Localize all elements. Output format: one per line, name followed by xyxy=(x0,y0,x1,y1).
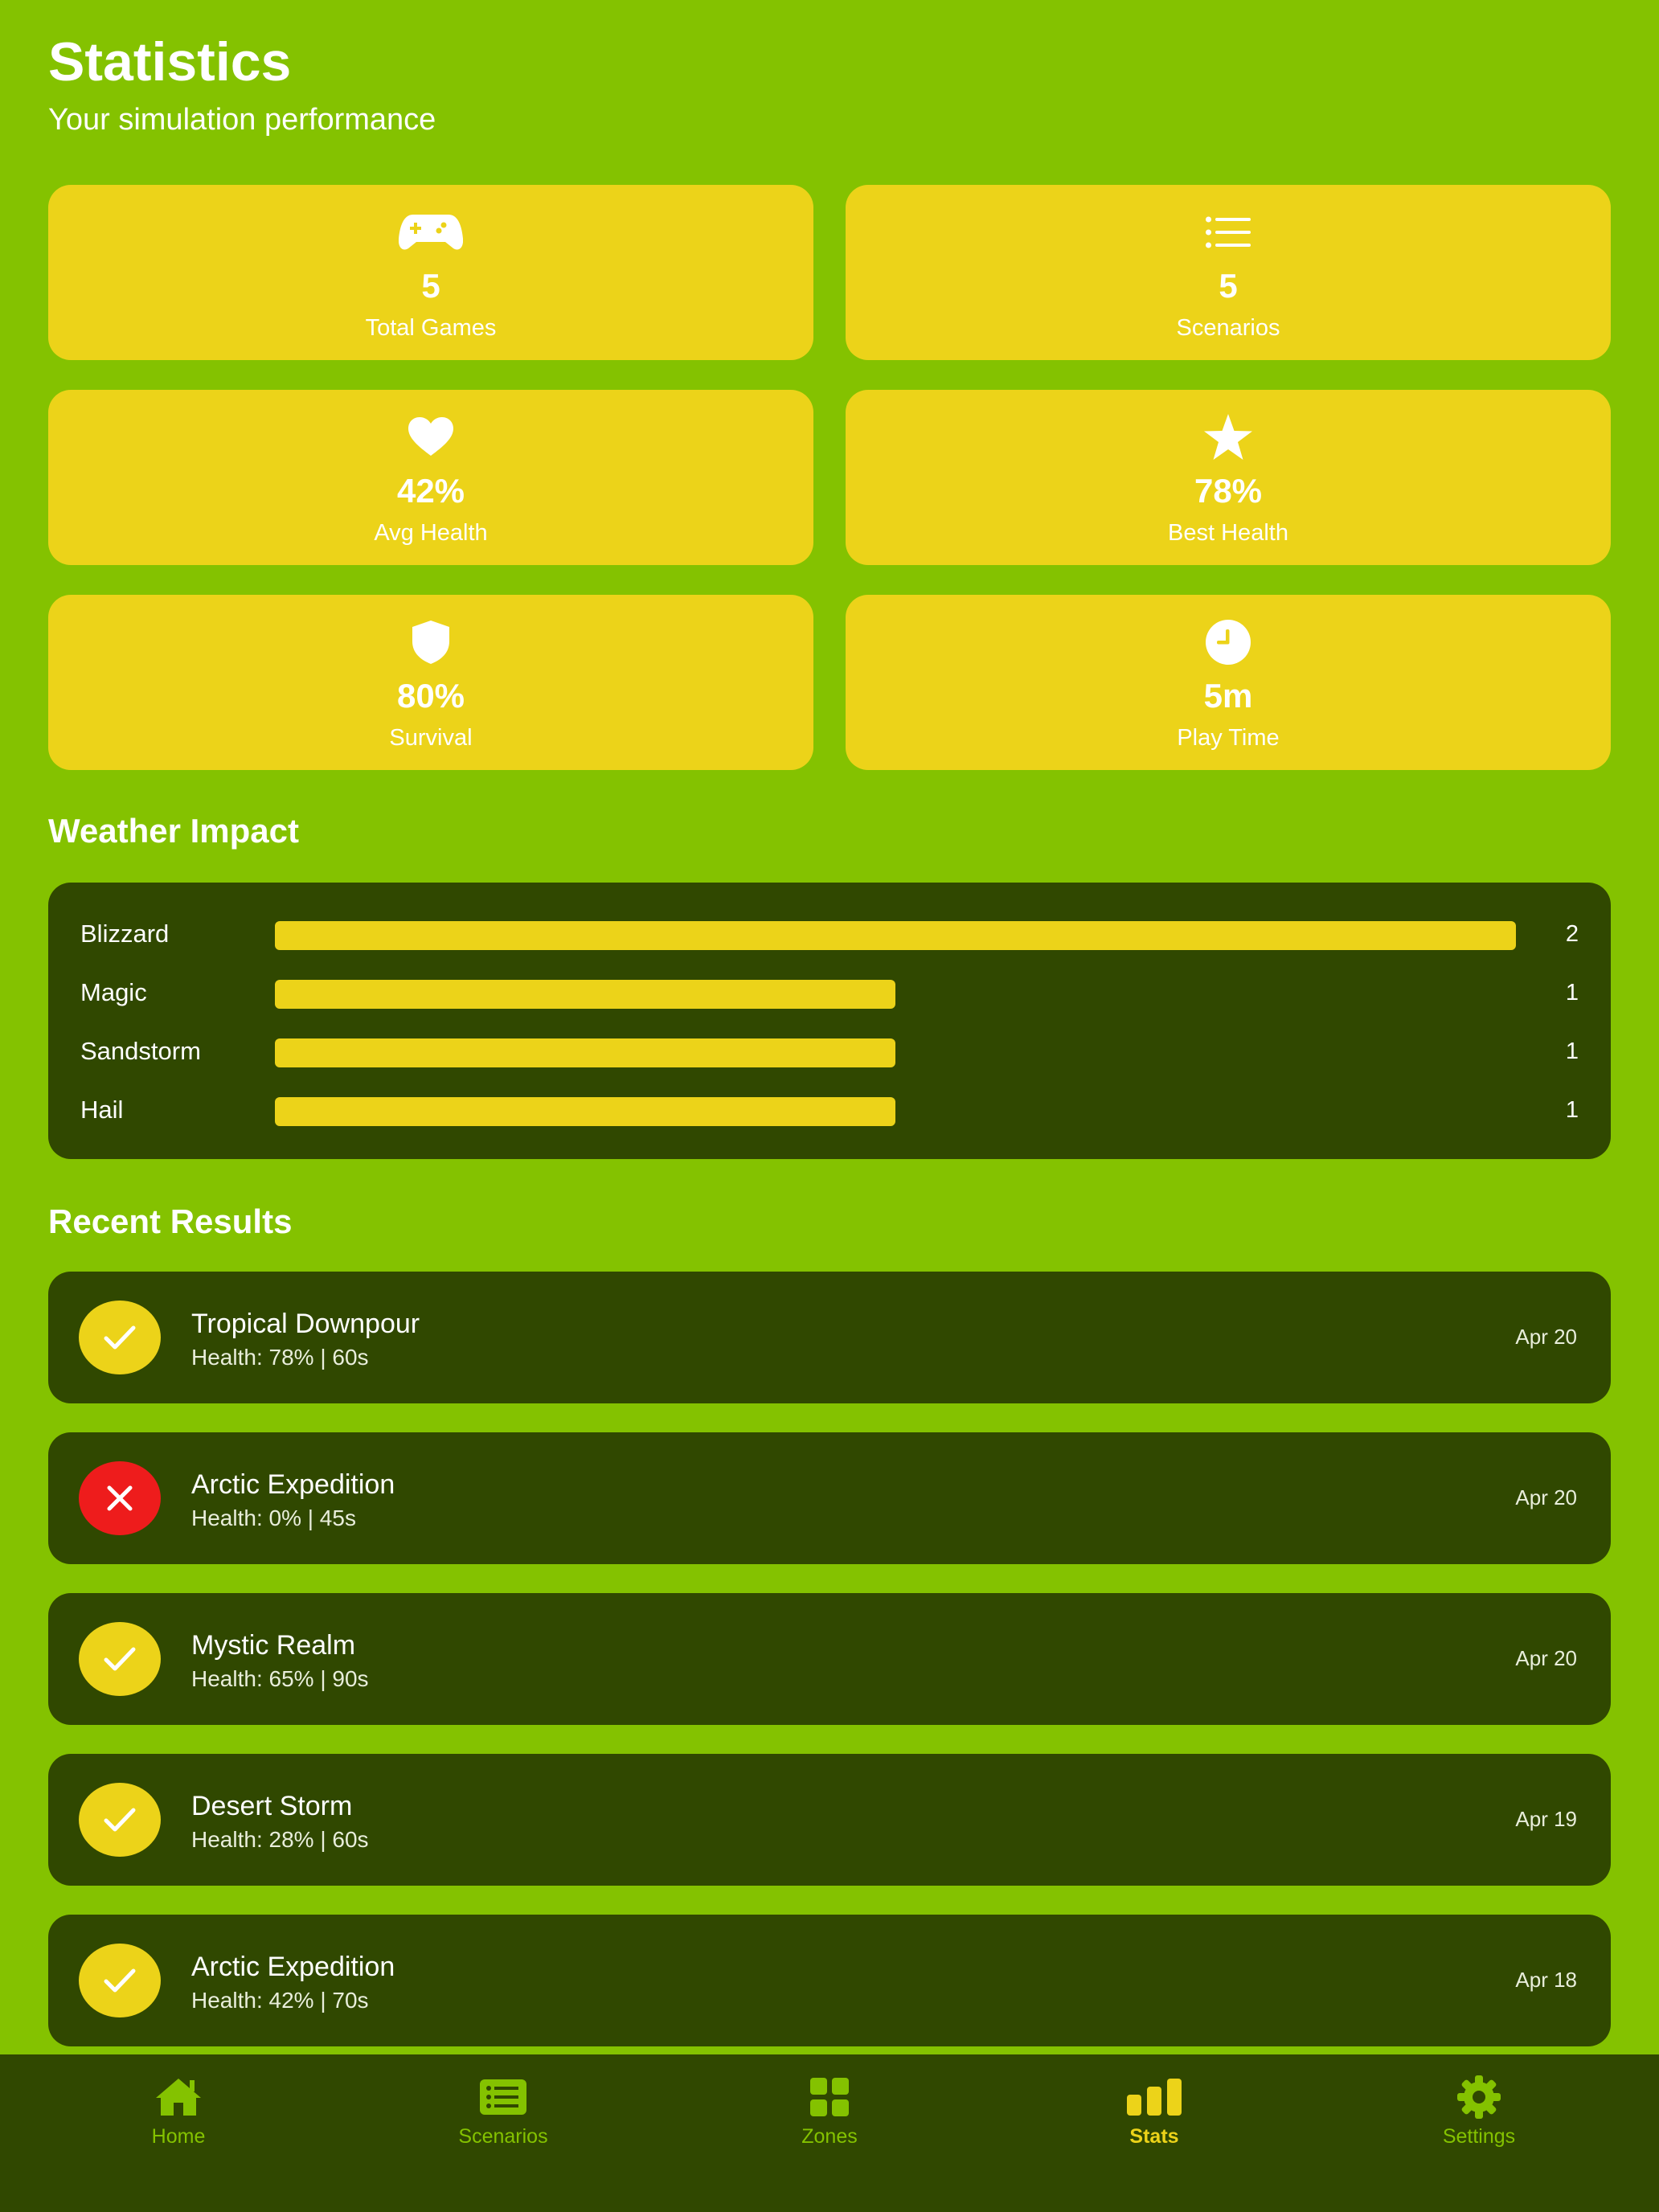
stat-value: 5 xyxy=(1219,267,1238,305)
weather-row: Blizzard 2 xyxy=(48,918,1611,950)
weather-bar xyxy=(275,1097,895,1126)
weather-bar xyxy=(275,980,895,1009)
result-card[interactable]: Tropical Downpour Health: 78% | 60s Apr … xyxy=(48,1272,1611,1403)
house-icon xyxy=(154,2074,203,2120)
bar-chart-icon xyxy=(1127,2074,1182,2120)
tab-label: Settings xyxy=(1442,2125,1516,2148)
tab-stats[interactable]: Stats xyxy=(1058,2074,1251,2154)
status-check-icon xyxy=(79,1622,161,1696)
stat-card-best-health: 78% Best Health xyxy=(846,390,1611,565)
weather-row: Hail 1 xyxy=(48,1094,1611,1126)
result-date: Apr 20 xyxy=(1515,1325,1577,1349)
shield-icon xyxy=(412,617,449,667)
weather-label: Magic xyxy=(80,978,147,1006)
result-detail: Health: 28% | 60s xyxy=(191,1827,369,1852)
weather-count: 1 xyxy=(1565,1097,1579,1123)
weather-label: Hail xyxy=(80,1096,124,1124)
stat-label: Best Health xyxy=(1168,520,1288,546)
heart-icon xyxy=(408,412,453,462)
weather-count: 1 xyxy=(1565,980,1579,1006)
stat-value: 78% xyxy=(1194,472,1263,510)
weather-bar-track xyxy=(275,1038,1516,1067)
tab-zones[interactable]: Zones xyxy=(733,2074,926,2154)
weather-bar-track xyxy=(275,980,1516,1009)
result-detail: Health: 65% | 90s xyxy=(191,1666,369,1691)
list-icon xyxy=(1206,207,1251,257)
page-title: Statistics xyxy=(48,31,292,92)
result-detail: Health: 42% | 70s xyxy=(191,1988,369,2013)
result-card[interactable]: Mystic Realm Health: 65% | 90s Apr 20 xyxy=(48,1593,1611,1725)
tab-scenarios[interactable]: Scenarios xyxy=(407,2074,600,2154)
stat-label: Survival xyxy=(389,725,473,751)
tab-label: Home xyxy=(151,2125,206,2148)
result-card[interactable]: Arctic Expedition Health: 0% | 45s Apr 2… xyxy=(48,1432,1611,1564)
stat-label: Total Games xyxy=(365,315,497,341)
stat-value: 5m xyxy=(1203,677,1253,715)
result-date: Apr 18 xyxy=(1515,1968,1577,1992)
tab-settings[interactable]: Settings xyxy=(1382,2074,1575,2154)
tab-label: Stats xyxy=(1129,2125,1179,2148)
stat-value: 5 xyxy=(421,267,440,305)
stat-card-total-games: 5 Total Games xyxy=(48,185,813,360)
status-check-icon xyxy=(79,1301,161,1374)
stat-value: 42% xyxy=(396,472,465,510)
result-date: Apr 20 xyxy=(1515,1485,1577,1509)
stat-card-play-time: 5m Play Time xyxy=(846,595,1611,770)
list-card-icon xyxy=(480,2074,526,2120)
result-detail: Health: 0% | 45s xyxy=(191,1505,356,1530)
grid-icon xyxy=(810,2074,849,2120)
tab-home[interactable]: Home xyxy=(82,2074,275,2154)
status-check-icon xyxy=(79,1944,161,2017)
star-icon xyxy=(1203,412,1253,462)
stat-card-scenarios: 5 Scenarios xyxy=(846,185,1611,360)
clock-icon xyxy=(1206,617,1251,667)
weather-row: Sandstorm 1 xyxy=(48,1035,1611,1067)
weather-count: 2 xyxy=(1565,921,1579,947)
status-x-icon xyxy=(79,1461,161,1535)
recent-results-title: Recent Results xyxy=(48,1202,293,1240)
stat-label: Play Time xyxy=(1177,725,1280,751)
result-name: Tropical Downpour xyxy=(191,1309,420,1339)
status-check-icon xyxy=(79,1783,161,1857)
result-date: Apr 19 xyxy=(1515,1807,1577,1831)
weather-bar xyxy=(275,1038,895,1067)
tab-label: Scenarios xyxy=(458,2125,548,2148)
stat-label: Scenarios xyxy=(1176,315,1280,341)
result-name: Arctic Expedition xyxy=(191,1952,395,1982)
result-name: Arctic Expedition xyxy=(191,1469,395,1500)
result-name: Mystic Realm xyxy=(191,1630,356,1661)
tab-bar: Home Scenarios Zones Stats Settings xyxy=(0,2054,1659,2212)
result-card[interactable]: Arctic Expedition Health: 42% | 70s Apr … xyxy=(48,1915,1611,2046)
result-detail: Health: 78% | 60s xyxy=(191,1345,369,1370)
stat-value: 80% xyxy=(396,677,465,715)
result-date: Apr 20 xyxy=(1515,1646,1577,1670)
stat-card-avg-health: 42% Avg Health xyxy=(48,390,813,565)
weather-count: 1 xyxy=(1565,1038,1579,1064)
weather-label: Sandstorm xyxy=(80,1037,201,1065)
page-subtitle: Your simulation performance xyxy=(48,103,436,137)
weather-bar xyxy=(275,921,1516,950)
weather-impact-panel: Blizzard 2 Magic 1 Sandstorm 1 Hail 1 xyxy=(48,883,1611,1159)
gamepad-icon xyxy=(399,207,463,257)
weather-bar-track xyxy=(275,921,1516,950)
result-card[interactable]: Desert Storm Health: 28% | 60s Apr 19 xyxy=(48,1754,1611,1886)
stat-card-survival: 80% Survival xyxy=(48,595,813,770)
weather-bar-track xyxy=(275,1097,1516,1126)
weather-row: Magic 1 xyxy=(48,977,1611,1009)
result-name: Desert Storm xyxy=(191,1791,353,1821)
stat-label: Avg Health xyxy=(374,520,488,546)
tab-label: Zones xyxy=(801,2125,858,2148)
weather-impact-title: Weather Impact xyxy=(48,812,299,850)
weather-label: Blizzard xyxy=(80,920,170,948)
gear-icon xyxy=(1457,2074,1501,2120)
